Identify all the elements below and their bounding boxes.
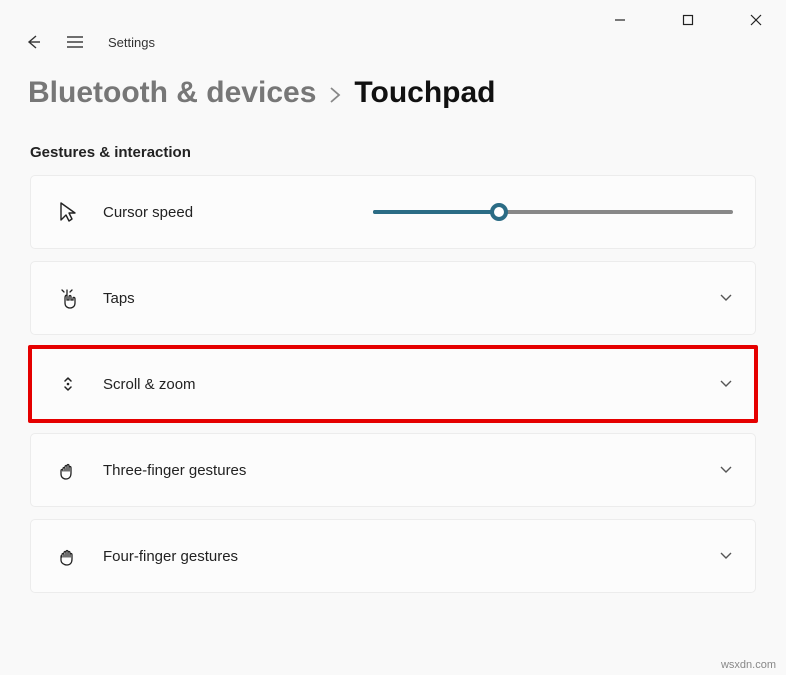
scroll-zoom-row[interactable]: Scroll & zoom bbox=[30, 347, 756, 421]
section-title: Gestures & interaction bbox=[0, 144, 786, 175]
app-title: Settings bbox=[108, 35, 155, 50]
scroll-icon bbox=[53, 372, 83, 396]
chevron-down-icon bbox=[719, 551, 733, 561]
slider-fill bbox=[373, 210, 499, 214]
maximize-icon bbox=[682, 14, 694, 26]
taps-label: Taps bbox=[103, 290, 135, 307]
breadcrumb: Bluetooth & devices Touchpad bbox=[0, 56, 786, 144]
three-finger-icon bbox=[53, 458, 83, 482]
settings-list: Cursor speed Taps Scroll & zoom bbox=[0, 175, 786, 593]
cursor-speed-slider[interactable] bbox=[373, 202, 733, 222]
chevron-right-icon bbox=[328, 86, 342, 104]
cursor-speed-row[interactable]: Cursor speed bbox=[30, 175, 756, 249]
page-title: Touchpad bbox=[354, 76, 495, 110]
scroll-zoom-label: Scroll & zoom bbox=[103, 376, 196, 393]
tap-icon bbox=[53, 286, 83, 310]
minimize-icon bbox=[614, 14, 626, 26]
chevron-down-icon bbox=[719, 465, 733, 475]
watermark: wsxdn.com bbox=[721, 659, 776, 671]
menu-icon bbox=[66, 35, 84, 49]
minimize-button[interactable] bbox=[598, 5, 642, 35]
four-finger-icon bbox=[53, 544, 83, 568]
four-finger-label: Four-finger gestures bbox=[103, 548, 238, 565]
slider-track bbox=[373, 210, 733, 214]
back-icon bbox=[24, 33, 42, 51]
close-button[interactable] bbox=[734, 5, 778, 35]
slider-thumb[interactable] bbox=[490, 203, 508, 221]
cursor-speed-label: Cursor speed bbox=[103, 204, 193, 221]
three-finger-label: Three-finger gestures bbox=[103, 462, 246, 479]
taps-row[interactable]: Taps bbox=[30, 261, 756, 335]
four-finger-row[interactable]: Four-finger gestures bbox=[30, 519, 756, 593]
three-finger-row[interactable]: Three-finger gestures bbox=[30, 433, 756, 507]
breadcrumb-parent[interactable]: Bluetooth & devices bbox=[28, 76, 316, 110]
close-icon bbox=[750, 14, 762, 26]
maximize-button[interactable] bbox=[666, 5, 710, 35]
menu-button[interactable] bbox=[66, 35, 84, 49]
chevron-down-icon bbox=[719, 293, 733, 303]
back-button[interactable] bbox=[24, 33, 42, 51]
cursor-icon bbox=[53, 200, 83, 224]
chevron-down-icon bbox=[719, 379, 733, 389]
